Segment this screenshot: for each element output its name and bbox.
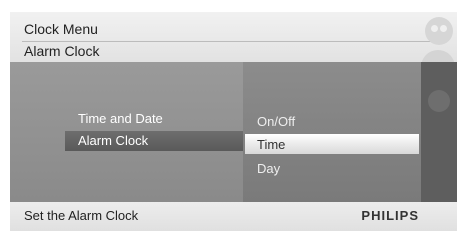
menu-item-time-and-date[interactable]: Time and Date	[78, 111, 163, 126]
decorative-face-icon	[428, 90, 450, 112]
menu-subtitle: Alarm Clock	[24, 43, 100, 59]
main-menu-panel: Time and Date Alarm Clock	[10, 62, 243, 202]
submenu-item-on-off[interactable]: On/Off	[257, 114, 295, 129]
menu-title: Clock Menu	[24, 21, 98, 37]
brand-logo: PHILIPS	[361, 208, 419, 223]
decorative-smiley-icon	[425, 17, 453, 45]
menu-item-alarm-clock[interactable]: Alarm Clock	[78, 133, 148, 148]
footer-bar: Set the Alarm Clock PHILIPS	[10, 202, 457, 231]
header-divider	[22, 41, 442, 42]
photo-frame-screen: Clock Menu Alarm Clock Time and Date Ala…	[10, 12, 457, 231]
footer-hint: Set the Alarm Clock	[24, 208, 139, 223]
right-side-panel	[421, 62, 457, 202]
menu-header: Clock Menu Alarm Clock	[10, 12, 457, 84]
submenu-panel: On/Off Time Day	[243, 62, 421, 202]
submenu-item-day[interactable]: Day	[257, 161, 280, 176]
submenu-item-time[interactable]: Time	[257, 137, 285, 152]
